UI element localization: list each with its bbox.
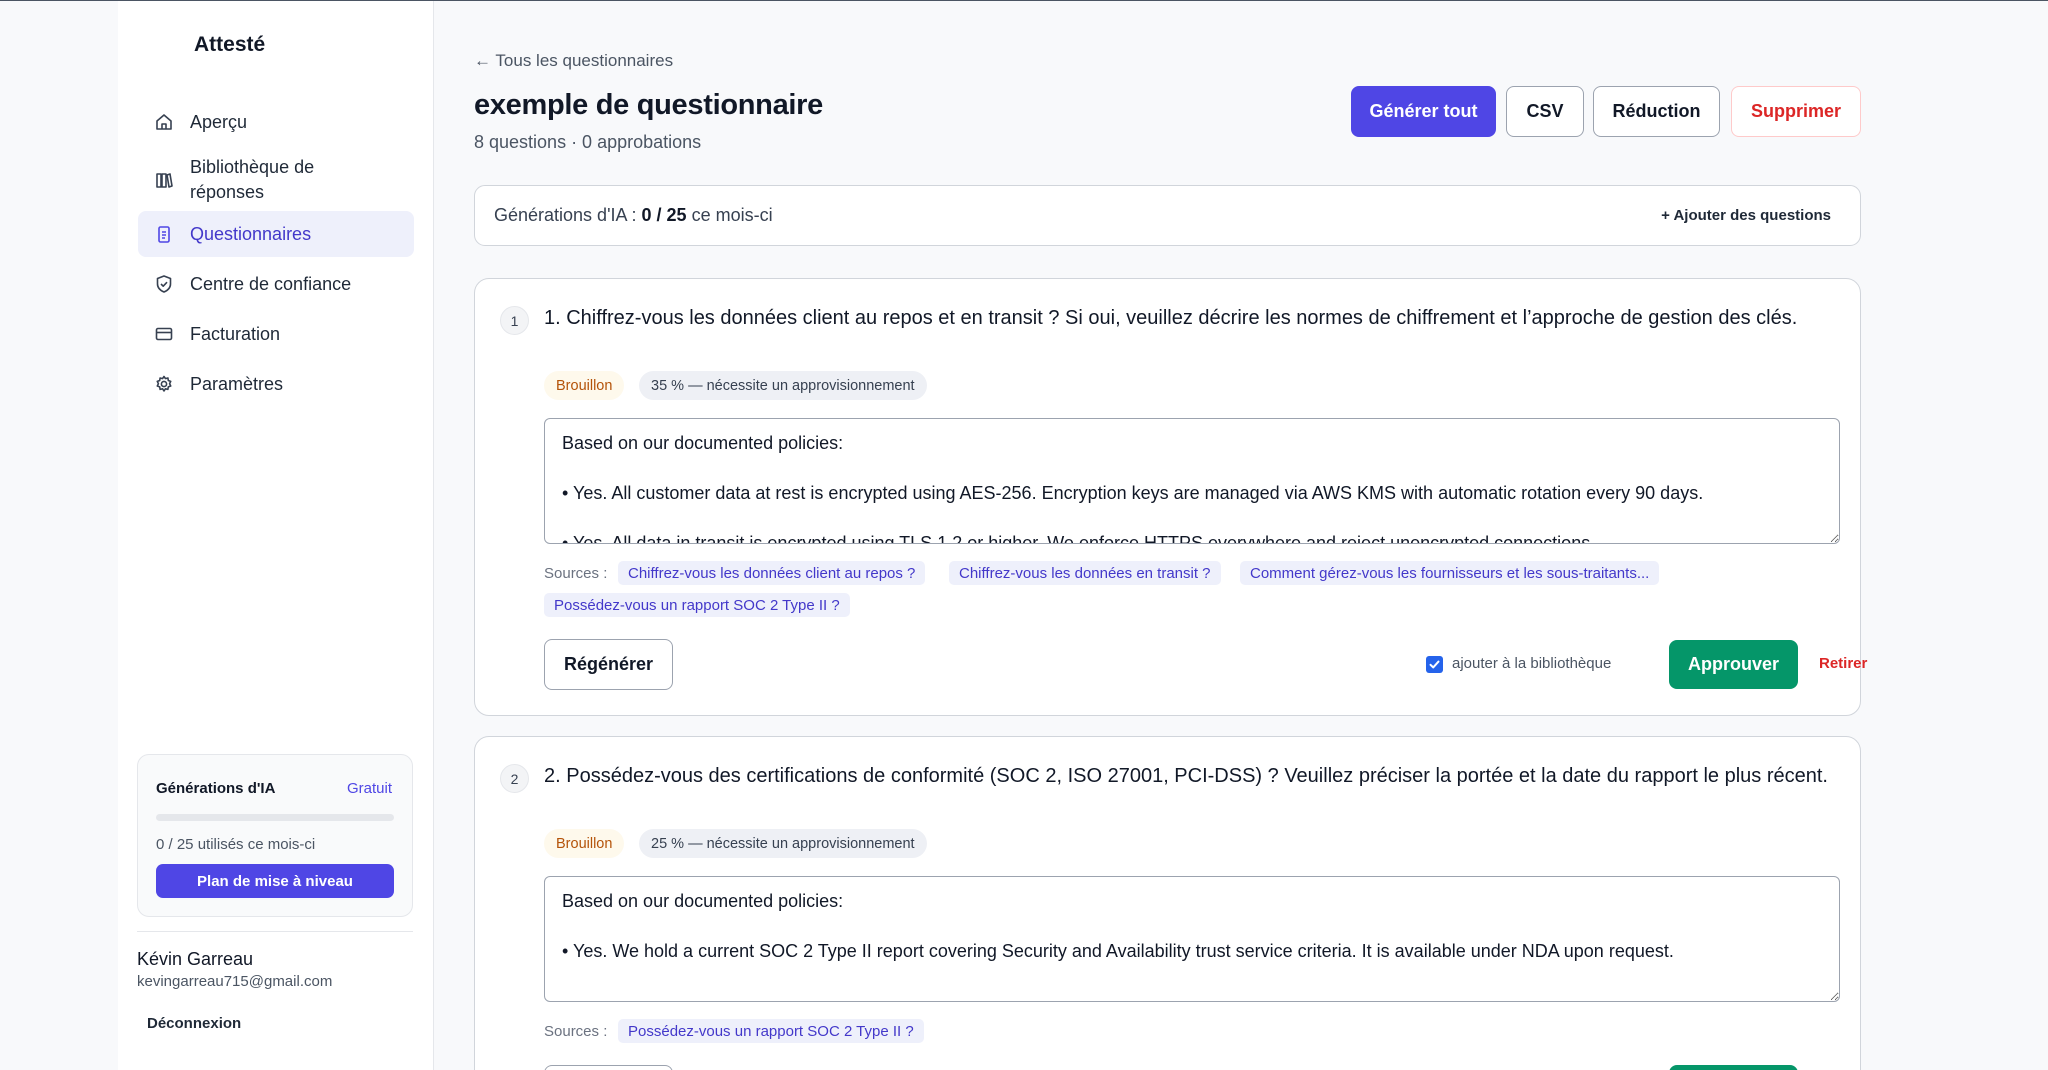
- page-title: exemple de questionnaire: [474, 89, 823, 121]
- library-icon: [156, 173, 173, 188]
- sidebar-item-label: Bibliothèque de réponses: [190, 157, 315, 202]
- home-icon: [156, 114, 172, 130]
- source-chip[interactable]: Chiffrez-vous les données client au repo…: [618, 561, 926, 585]
- sidebar-item-parametres[interactable]: Paramètres: [138, 361, 414, 407]
- reduction-button[interactable]: Réduction: [1593, 86, 1720, 137]
- delete-button[interactable]: Supprimer: [1731, 86, 1861, 137]
- source-chip[interactable]: Possédez-vous un rapport SOC 2 Type II ?: [618, 1019, 924, 1043]
- ai-quota-card: Générations d'IA : 0 / 25 ce mois-ci + A…: [474, 185, 1861, 246]
- source-chip[interactable]: Possédez-vous un rapport SOC 2 Type II ?: [544, 593, 850, 617]
- clipboard-icon: [158, 226, 170, 243]
- status-badge: Brouillon: [544, 371, 625, 400]
- confidence-badge: 25 % — nécessite un approvisionnement: [639, 829, 927, 858]
- left-gutter: [0, 1, 118, 1070]
- logout-link[interactable]: Déconnexion: [147, 1015, 241, 1032]
- sidebar-nav: Aperçu Bibliothèque de réponses Question…: [138, 99, 414, 411]
- sidebar-item-label: Aperçu: [190, 111, 248, 132]
- regenerate-button[interactable]: [544, 1065, 673, 1070]
- brand-logo-text[interactable]: Attesté: [194, 33, 265, 57]
- sidebar-item-label: Facturation: [190, 323, 281, 344]
- shield-check-icon: [156, 275, 172, 293]
- quota-suffix: ce mois-ci: [686, 205, 773, 225]
- usage-count-text: 0 / 25 utilisés ce mois-ci: [156, 836, 316, 853]
- upgrade-plan-button[interactable]: Plan de mise à niveau: [156, 864, 394, 898]
- sidebar: Attesté Aperçu Bibliothèque de réponses …: [118, 1, 434, 1070]
- sidebar-item-centre-confiance[interactable]: Centre de confiance: [138, 261, 414, 307]
- question-text: 2. Possédez-vous des certifications de c…: [544, 765, 1828, 787]
- sidebar-item-label: Centre de confiance: [190, 273, 352, 294]
- main-content: ← Tous les questionnaires exemple de que…: [434, 1, 2048, 1070]
- approve-button[interactable]: [1669, 1065, 1798, 1070]
- question-text: 1. Chiffrez-vous les données client au r…: [544, 307, 1798, 329]
- answer-textarea[interactable]: Based on our documented policies: • Yes.…: [544, 876, 1840, 1002]
- regenerate-button[interactable]: Régénérer: [544, 639, 673, 690]
- sidebar-item-label: Questionnaires: [190, 223, 312, 244]
- sidebar-item-bibliotheque[interactable]: Bibliothèque de réponses: [138, 149, 414, 209]
- approve-button[interactable]: Approuver: [1669, 640, 1798, 689]
- credit-card-icon: [155, 327, 173, 341]
- generate-all-button[interactable]: Générer tout: [1351, 86, 1496, 137]
- gear-icon: [156, 375, 172, 392]
- answer-textarea[interactable]: Based on our documented policies: • Yes.…: [544, 418, 1840, 544]
- sources-label: Sources :: [544, 1023, 608, 1040]
- sidebar-item-apercu[interactable]: Aperçu: [138, 99, 414, 145]
- sources-label: Sources :: [544, 565, 608, 582]
- csv-export-button[interactable]: CSV: [1506, 86, 1584, 137]
- sidebar-divider: [137, 931, 413, 932]
- plan-badge: Gratuit: [346, 780, 392, 797]
- source-chip[interactable]: Chiffrez-vous les données en transit ?: [949, 561, 1221, 585]
- status-badge: Brouillon: [544, 829, 625, 858]
- sidebar-item-label: Paramètres: [190, 373, 284, 394]
- usage-title: Générations d'IA: [156, 780, 276, 797]
- user-name: Kévin Garreau: [137, 949, 254, 969]
- quota-value: 0 / 25: [641, 205, 687, 225]
- checkmark-icon: [1429, 660, 1440, 669]
- usage-progress-bar: [156, 814, 394, 821]
- retract-button[interactable]: Retirer: [1819, 655, 1867, 672]
- quota-prefix: Générations d'IA :: [494, 205, 642, 225]
- question-number: 2: [500, 764, 529, 793]
- question-number: 1: [500, 306, 529, 335]
- source-chip[interactable]: Comment gérez-vous les fournisseurs et l…: [1240, 561, 1660, 585]
- page-subtitle: 8 questions · 0 approbations: [474, 132, 702, 152]
- sidebar-item-questionnaires[interactable]: Questionnaires: [138, 211, 414, 257]
- add-to-library-label[interactable]: ajouter à la bibliothèque: [1452, 655, 1611, 672]
- add-to-library-checkbox[interactable]: [1426, 656, 1443, 673]
- back-to-questionnaires-link[interactable]: ← Tous les questionnaires: [474, 51, 673, 71]
- sidebar-item-facturation[interactable]: Facturation: [138, 311, 414, 357]
- ai-usage-card: Générations d'IA Gratuit 0 / 25 utilisés…: [137, 754, 413, 917]
- question-card: 2 2. Possédez-vous des certifications de…: [474, 736, 1861, 1070]
- question-card: 1 1. Chiffrez-vous les données client au…: [474, 278, 1867, 716]
- user-email: kevingarreau715@gmail.com: [137, 973, 333, 990]
- add-questions-button[interactable]: + Ajouter des questions: [1661, 207, 1831, 224]
- confidence-badge: 35 % — nécessite un approvisionnement: [639, 371, 927, 400]
- ai-quota-text: Générations d'IA : 0 / 25 ce mois-ci: [494, 205, 773, 226]
